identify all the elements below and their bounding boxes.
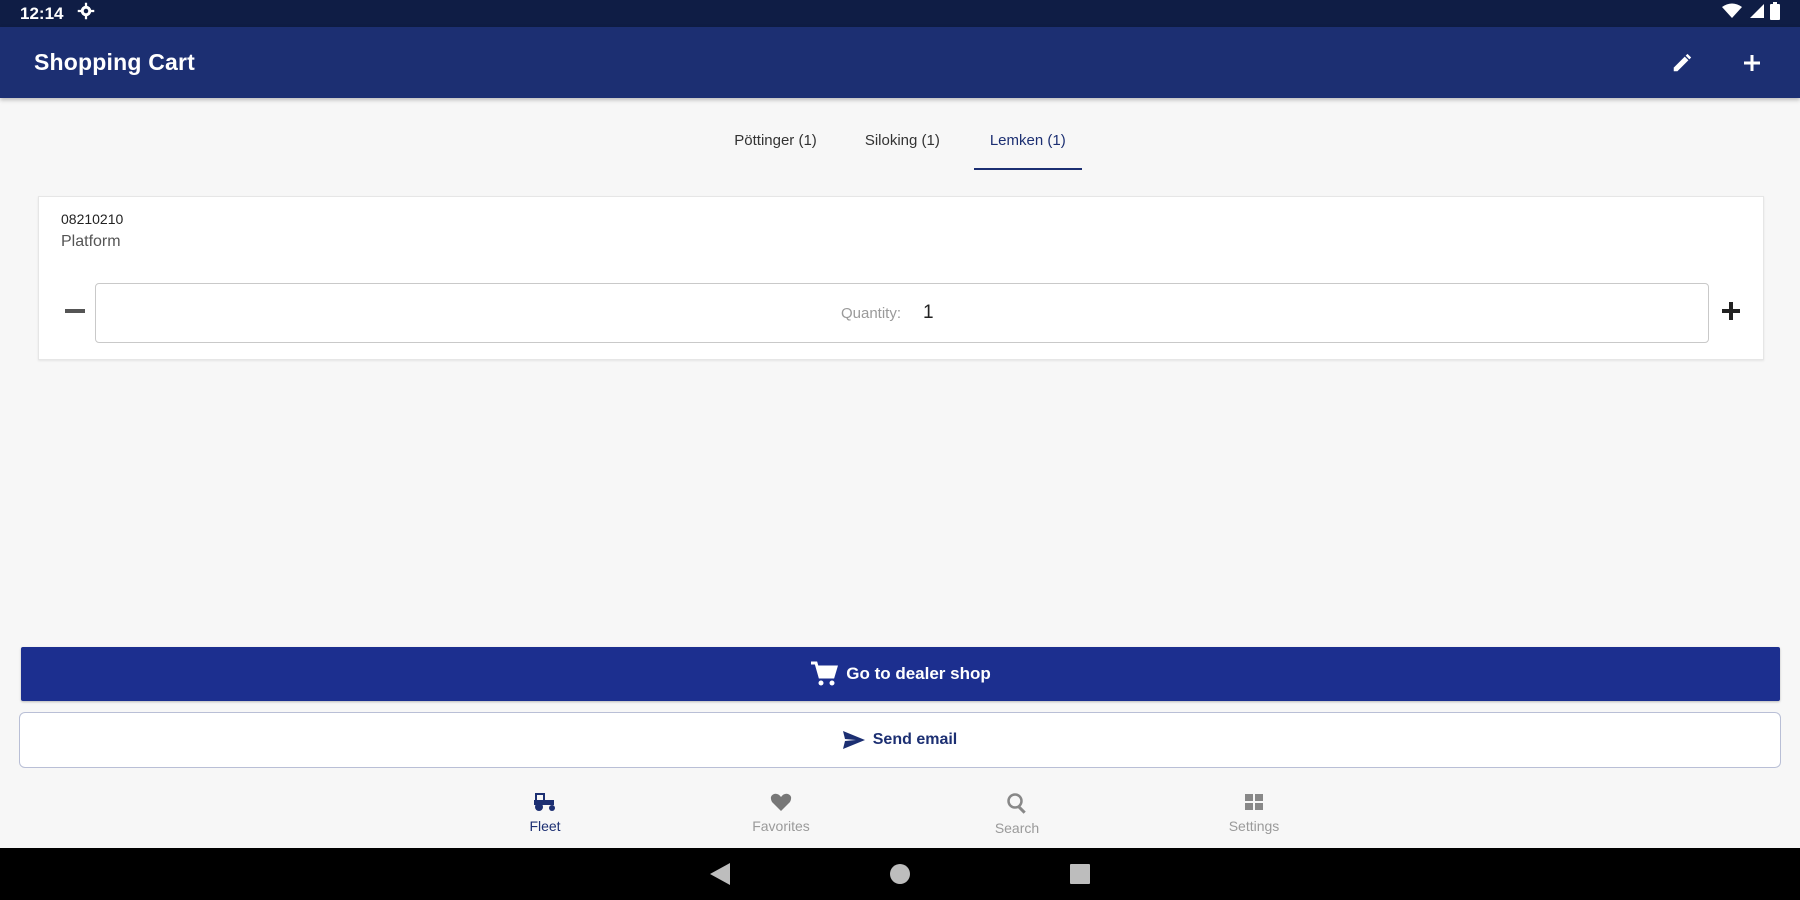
recents-button[interactable]	[1068, 862, 1092, 886]
nav-fleet-label: Fleet	[529, 818, 561, 834]
quantity-stepper: Quantity:	[57, 283, 1757, 345]
tractor-icon	[534, 793, 555, 811]
back-button[interactable]	[708, 862, 732, 886]
status-right	[1722, 2, 1780, 25]
nav-fleet[interactable]: Fleet	[485, 792, 605, 834]
status-left: 12:14	[20, 2, 95, 25]
system-navigation-bar	[0, 848, 1800, 900]
dealer-tabs: Pöttinger (1) Siloking (1) Lemken (1)	[0, 118, 1800, 170]
page-title: Shopping Cart	[34, 49, 196, 75]
plus-icon	[1722, 302, 1740, 320]
home-icon	[890, 864, 910, 884]
decrease-quantity-button[interactable]	[57, 293, 93, 329]
go-to-dealer-shop-label: Go to dealer shop	[846, 664, 991, 683]
tab-siloking[interactable]: Siloking (1)	[849, 118, 956, 170]
nav-search-label: Search	[994, 820, 1040, 836]
settings-icon	[1245, 794, 1263, 810]
send-email-label: Send email	[872, 731, 958, 748]
recents-icon	[1070, 864, 1090, 884]
nav-search[interactable]: Search	[957, 792, 1077, 836]
nav-favorites[interactable]: Favorites	[721, 792, 841, 834]
search-icon	[1007, 793, 1026, 814]
gear-icon	[77, 2, 95, 25]
home-button[interactable]	[888, 862, 912, 886]
nav-favorites-label: Favorites	[752, 818, 810, 834]
plus-icon	[1744, 54, 1760, 71]
wifi-icon	[1722, 3, 1742, 24]
app-bar: Shopping Cart	[0, 27, 1800, 98]
status-bar: 12:14	[0, 0, 1800, 27]
heart-icon	[770, 793, 792, 811]
part-number: 08210210	[61, 211, 124, 227]
quantity-field[interactable]: Quantity:	[95, 283, 1709, 343]
minus-icon	[65, 309, 85, 313]
app-bar-actions	[1668, 49, 1766, 77]
increase-quantity-button[interactable]	[1713, 293, 1749, 329]
send-icon	[842, 731, 865, 749]
tab-pottinger[interactable]: Pöttinger (1)	[718, 118, 833, 170]
quantity-input[interactable]	[923, 302, 964, 324]
add-button[interactable]	[1738, 49, 1766, 77]
send-email-button[interactable]: Send email	[19, 712, 1781, 768]
bottom-navigation: Fleet Favorites Search Settings	[0, 780, 1800, 848]
edit-button[interactable]	[1668, 49, 1696, 77]
status-time: 12:14	[20, 3, 64, 23]
battery-icon	[1770, 2, 1780, 25]
nav-settings-label: Settings	[1228, 818, 1280, 834]
signal-icon	[1748, 3, 1764, 24]
cart-item-card: 08210210 Platform Quantity:	[38, 196, 1764, 360]
edit-icon	[1673, 53, 1692, 71]
tab-lemken[interactable]: Lemken (1)	[973, 118, 1082, 170]
back-icon	[710, 863, 730, 885]
cart-icon	[811, 661, 839, 686]
nav-settings[interactable]: Settings	[1194, 792, 1314, 834]
part-name: Platform	[61, 233, 121, 250]
quantity-label: Quantity:	[840, 304, 902, 322]
go-to-dealer-shop-button[interactable]: Go to dealer shop	[21, 647, 1780, 701]
